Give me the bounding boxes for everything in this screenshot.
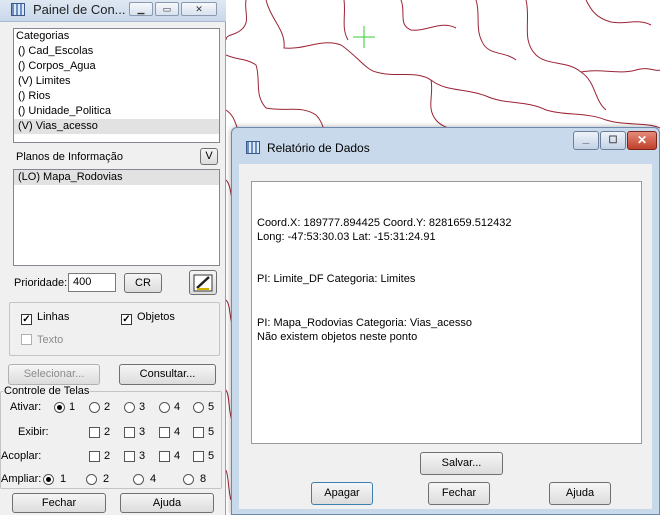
dialog-body: Coord.X: 189777.894425 Coord.Y: 8281659.…	[239, 164, 652, 509]
exibir-check-2[interactable]	[89, 427, 100, 438]
plano-item-selected[interactable]: (LO) Mapa_Rodovias	[14, 170, 219, 185]
ampliar-radio-2[interactable]	[86, 474, 97, 485]
ativar-row: Ativar: 1 2 3 4 5	[10, 401, 215, 413]
dialog-close-button[interactable]: ✕	[627, 131, 657, 150]
close-icon: ✕	[636, 133, 648, 147]
dialog-titlebar[interactable]: Relatório de Dados _ ☐ ✕	[232, 128, 659, 164]
pi-limite-line: PI: Limite_DF Categoria: Limites	[257, 273, 416, 285]
objetos-checkbox[interactable]: ✓ Objetos	[121, 311, 175, 325]
dialog-maximize-button[interactable]: ☐	[600, 131, 626, 150]
consultar-button[interactable]: Consultar...	[119, 364, 216, 385]
exibir-check-4[interactable]	[159, 427, 170, 438]
panel-ajuda-button[interactable]: Ajuda	[120, 493, 214, 513]
exibir-row: Exibir: 2 3 4 5	[18, 426, 215, 438]
app-window-icon	[246, 141, 260, 154]
categories-list[interactable]: Categorias () Cad_Escolas () Corpos_Agua…	[13, 28, 220, 143]
category-item[interactable]: () Corpos_Agua	[14, 59, 219, 74]
coord-line: Coord.X: 189777.894425 Coord.Y: 8281659.…	[257, 217, 512, 229]
planos-label: Planos de Informação	[16, 151, 124, 163]
close-button[interactable]: ✕	[181, 2, 217, 16]
ativar-radio-3[interactable]	[124, 402, 135, 413]
salvar-button[interactable]: Salvar...	[420, 452, 503, 475]
control-panel: Painel de Con... ▁ ▭ ✕ Categorias () Cad…	[0, 0, 226, 515]
cursor-crosshair	[353, 26, 375, 48]
ampliar-row: Ampliar: 1 2 4 8	[1, 473, 207, 485]
check-icon: ✓	[21, 314, 32, 325]
acoplar-check-2[interactable]	[89, 451, 100, 462]
panel-title: Painel de Con...	[33, 2, 126, 17]
no-objects-line: Não existem objetos neste ponto	[257, 331, 418, 343]
pencil-icon	[193, 274, 213, 292]
planos-v-button[interactable]: V	[200, 148, 218, 165]
acoplar-row: Acoplar: 2 3 4 5	[1, 450, 215, 462]
prioridade-label: Prioridade:	[14, 277, 68, 289]
category-item[interactable]: () Unidade_Politica	[14, 104, 219, 119]
longlat-line: Long: -47:53:30.03 Lat: -15:31:24.91	[257, 231, 436, 243]
ampliar-radio-4[interactable]	[133, 474, 144, 485]
ativar-radio-2[interactable]	[89, 402, 100, 413]
linhas-checkbox[interactable]: ✓ Linhas	[21, 311, 69, 325]
pi-mapa-line: PI: Mapa_Rodovias Categoria: Vias_acesso	[257, 317, 473, 329]
close-icon: ✕	[195, 4, 203, 14]
acoplar-check-4[interactable]	[159, 451, 170, 462]
cr-button[interactable]: CR	[124, 273, 162, 293]
app-window-icon	[11, 3, 25, 16]
minimize-icon: _	[582, 131, 590, 145]
apagar-button[interactable]: Apagar	[311, 482, 373, 505]
dialog-ajuda-button[interactable]: Ajuda	[549, 482, 611, 505]
category-item[interactable]: () Cad_Escolas	[14, 44, 219, 59]
maximize-icon: ▭	[162, 4, 172, 14]
controle-telas-label: Controle de Telas	[3, 385, 91, 397]
dialog-fechar-button[interactable]: Fechar	[428, 482, 490, 505]
relatorio-dialog: Relatório de Dados _ ☐ ✕ Coord.X: 189777…	[231, 127, 660, 515]
selecionar-button[interactable]: Selecionar...	[8, 364, 100, 385]
texto-checkbox[interactable]: Texto	[21, 334, 63, 346]
color-edit-button[interactable]	[189, 270, 217, 295]
ampliar-radio-1[interactable]	[43, 474, 54, 485]
category-item-selected[interactable]: (V) Vias_acesso	[14, 119, 219, 134]
exibir-check-5[interactable]	[193, 427, 204, 438]
ativar-radio-1[interactable]	[54, 402, 65, 413]
dialog-minimize-button[interactable]: _	[573, 131, 599, 150]
categories-header: Categorias	[16, 30, 70, 42]
panel-titlebar[interactable]: Painel de Con... ▁ ▭ ✕	[0, 0, 226, 22]
ampliar-radio-8[interactable]	[183, 474, 194, 485]
planos-list[interactable]: (LO) Mapa_Rodovias	[13, 169, 220, 266]
ativar-radio-5[interactable]	[193, 402, 204, 413]
minimize-button[interactable]: ▁	[129, 2, 153, 16]
category-item[interactable]: (V) Limites	[14, 74, 219, 89]
minimize-icon: ▁	[137, 4, 145, 14]
prioridade-input[interactable]: 400	[68, 273, 116, 292]
maximize-icon: ☐	[608, 135, 618, 146]
dialog-title: Relatório de Dados	[267, 141, 370, 155]
acoplar-check-5[interactable]	[193, 451, 204, 462]
category-item[interactable]: () Rios	[14, 89, 219, 104]
acoplar-check-3[interactable]	[124, 451, 135, 462]
maximize-button[interactable]: ▭	[155, 2, 179, 16]
panel-fechar-button[interactable]: Fechar	[12, 493, 106, 513]
check-icon: ✓	[121, 314, 132, 325]
report-textarea[interactable]: Coord.X: 189777.894425 Coord.Y: 8281659.…	[251, 181, 642, 444]
ativar-radio-4[interactable]	[159, 402, 170, 413]
exibir-check-3[interactable]	[124, 427, 135, 438]
